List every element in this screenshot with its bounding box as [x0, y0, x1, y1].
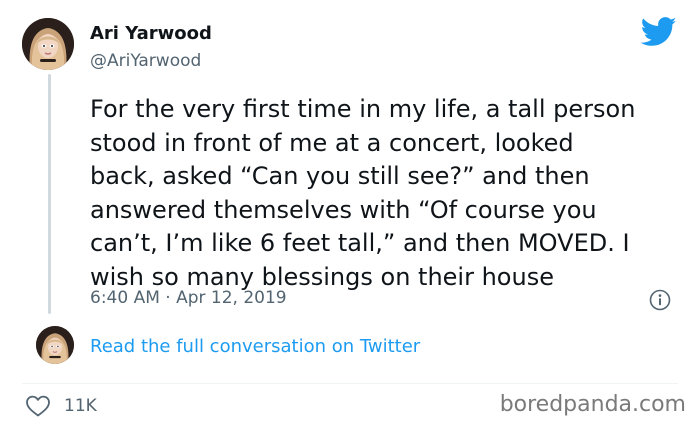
tweet-text: For the very first time in my life, a ta…	[90, 95, 636, 291]
display-name[interactable]: Ari Yarwood	[90, 23, 212, 44]
reply-avatar[interactable]	[36, 326, 74, 364]
user-handle[interactable]: @AriYarwood	[90, 51, 201, 71]
read-conversation-link[interactable]: Read the full conversation on Twitter	[90, 336, 420, 357]
thread-line	[48, 74, 51, 314]
twitter-bird-icon[interactable]	[641, 17, 677, 47]
watermark: boredpanda.com	[499, 392, 686, 417]
info-icon[interactable]	[649, 289, 671, 311]
like-count[interactable]: 11K	[64, 396, 97, 416]
tweet-timestamp[interactable]: 6:40 AM · Apr 12, 2019	[90, 288, 287, 308]
divider	[22, 383, 678, 384]
tweet-card: Ari Yarwood @AriYarwood For the very fir…	[0, 0, 700, 431]
avatar[interactable]	[22, 18, 74, 70]
heart-icon[interactable]	[25, 394, 51, 418]
